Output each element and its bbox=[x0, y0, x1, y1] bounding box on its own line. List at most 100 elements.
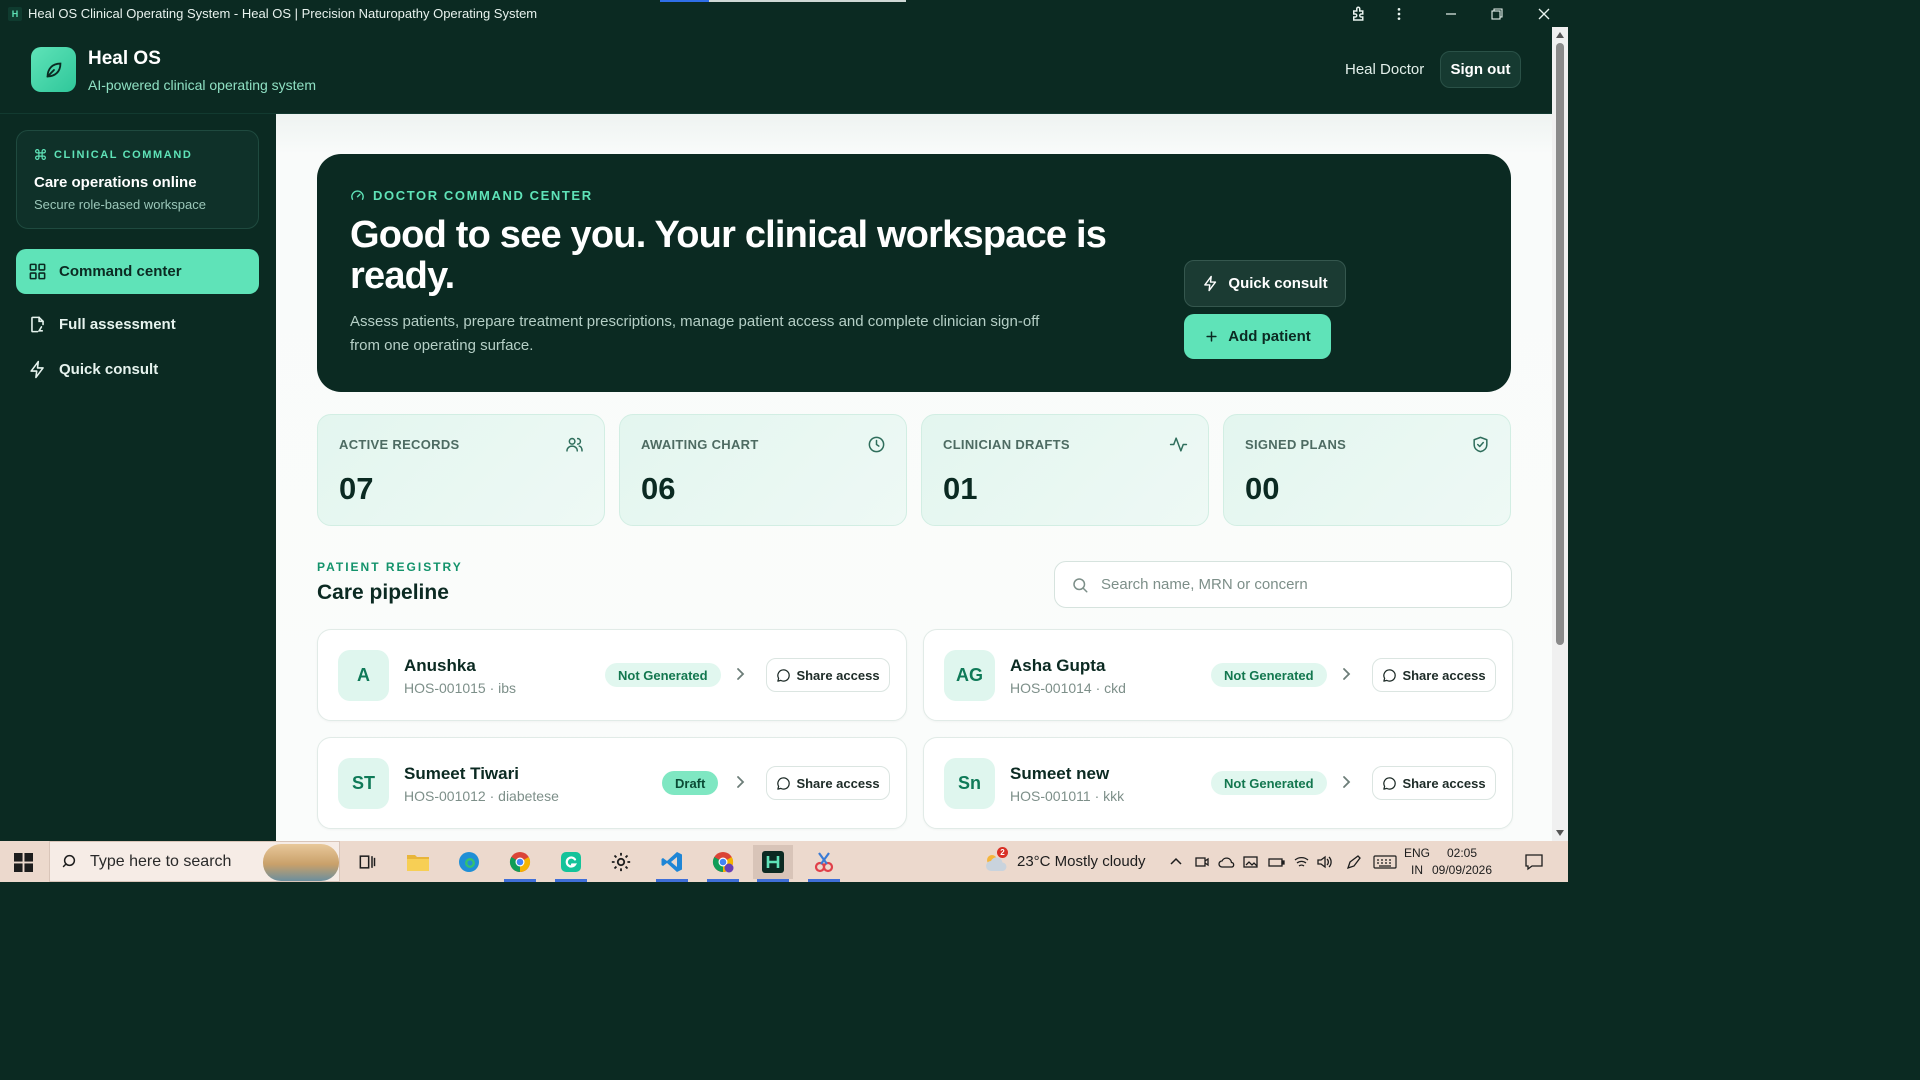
brand-subtitle: AI-powered clinical operating system bbox=[88, 77, 316, 93]
stat-label: SIGNED PLANS bbox=[1245, 437, 1347, 452]
taskbar-search[interactable]: Type here to search bbox=[49, 841, 340, 882]
onedrive-icon[interactable] bbox=[1218, 841, 1236, 882]
weather-widget[interactable]: 2 23°C Mostly cloudy bbox=[983, 841, 1146, 882]
taskbar-search-placeholder: Type here to search bbox=[90, 852, 232, 870]
restore-button[interactable] bbox=[1474, 0, 1520, 27]
taskbar-clock[interactable]: 02:05 09/09/2026 bbox=[1430, 845, 1494, 879]
add-patient-button[interactable]: Add patient bbox=[1184, 314, 1331, 359]
nav-command-center[interactable]: Command center bbox=[16, 249, 259, 294]
chevron-right-icon[interactable] bbox=[733, 666, 747, 682]
touch-keyboard-icon[interactable] bbox=[1373, 841, 1397, 882]
chrome-browser-icon[interactable] bbox=[500, 845, 540, 882]
nav-label: Full assessment bbox=[59, 316, 176, 333]
meet-now-icon[interactable] bbox=[1194, 841, 1210, 882]
clinical-command-card: CLINICAL COMMAND Care operations online … bbox=[16, 130, 259, 229]
message-icon bbox=[1382, 776, 1397, 791]
show-hidden-icons-icon[interactable] bbox=[1168, 841, 1184, 882]
stat-value: 00 bbox=[1245, 471, 1280, 506]
snipping-tool-icon[interactable] bbox=[804, 845, 844, 882]
care-operations-subtitle: Secure role-based workspace bbox=[34, 197, 206, 212]
brand-name: Heal OS bbox=[88, 48, 161, 69]
patient-name: Anushka bbox=[404, 656, 476, 675]
minimize-button[interactable] bbox=[1428, 0, 1474, 27]
chevron-right-icon[interactable] bbox=[1339, 774, 1353, 790]
windows-start-icon[interactable] bbox=[14, 853, 33, 872]
patient-meta: HOS-001012 · diabetese bbox=[404, 788, 559, 804]
patient-card[interactable]: Sn Sumeet new HOS-001011 · kkk Not Gener… bbox=[923, 737, 1513, 829]
bolt-icon bbox=[1202, 275, 1219, 292]
clinical-command-tag: CLINICAL COMMAND bbox=[54, 148, 193, 161]
search-highlight-image bbox=[263, 844, 339, 881]
command-key-icon bbox=[34, 148, 47, 161]
task-view-icon[interactable] bbox=[347, 845, 387, 879]
stat-value: 01 bbox=[943, 471, 978, 506]
avatar: ST bbox=[338, 758, 389, 809]
scroll-thumb[interactable] bbox=[1556, 43, 1564, 645]
avatar: Sn bbox=[944, 758, 995, 809]
nav-quick-consult[interactable]: Quick consult bbox=[16, 347, 259, 392]
nav-full-assessment[interactable]: Full assessment bbox=[16, 302, 259, 347]
avatar: A bbox=[338, 650, 389, 701]
patient-search[interactable] bbox=[1054, 561, 1512, 608]
hero-description: Assess patients, prepare treatment presc… bbox=[350, 313, 1040, 354]
status-badge: Not Generated bbox=[1211, 771, 1327, 795]
pen-workspace-icon[interactable] bbox=[1345, 841, 1362, 882]
stat-value: 07 bbox=[339, 471, 374, 506]
chrome-profile-icon[interactable] bbox=[703, 845, 743, 882]
users-icon bbox=[565, 435, 584, 454]
share-access-button[interactable]: Share access bbox=[766, 766, 890, 800]
wifi-icon[interactable] bbox=[1293, 841, 1310, 882]
settings-gear-icon[interactable] bbox=[601, 845, 641, 879]
chevron-right-icon[interactable] bbox=[1339, 666, 1353, 682]
grammarly-icon[interactable] bbox=[551, 845, 591, 882]
main-content: DOCTOR COMMAND CENTER Good to see you. Y… bbox=[276, 114, 1552, 841]
sidebar: CLINICAL COMMAND Care operations online … bbox=[0, 114, 276, 841]
shield-check-icon bbox=[1471, 435, 1490, 454]
search-input[interactable] bbox=[1101, 576, 1481, 593]
weather-alert-badge: 2 bbox=[997, 846, 1008, 858]
stat-card-active-records: ACTIVE RECORDS 07 bbox=[317, 414, 605, 526]
user-name: Heal Doctor bbox=[1345, 61, 1425, 78]
stat-card-clinician-drafts: CLINICIAN DRAFTS 01 bbox=[921, 414, 1209, 526]
edge-browser-icon[interactable] bbox=[449, 845, 489, 879]
vscode-icon[interactable] bbox=[652, 845, 692, 882]
stat-label: AWAITING CHART bbox=[641, 437, 759, 452]
share-access-button[interactable]: Share access bbox=[766, 658, 890, 692]
status-badge: Draft bbox=[662, 771, 719, 795]
sign-out-button[interactable]: Sign out bbox=[1440, 51, 1521, 88]
search-icon bbox=[62, 853, 80, 871]
battery-icon[interactable] bbox=[1268, 841, 1285, 882]
photos-sync-icon[interactable] bbox=[1243, 841, 1260, 882]
stat-label: ACTIVE RECORDS bbox=[339, 437, 460, 452]
close-button[interactable] bbox=[1521, 0, 1567, 27]
window-titlebar: H Heal OS Clinical Operating System - He… bbox=[0, 0, 1568, 27]
notifications-icon[interactable] bbox=[1524, 841, 1544, 882]
nav-label: Quick consult bbox=[59, 361, 159, 378]
file-explorer-icon[interactable] bbox=[398, 845, 438, 879]
page-scrollbar[interactable] bbox=[1552, 27, 1568, 841]
care-operations-title: Care operations online bbox=[34, 174, 197, 191]
input-language[interactable]: ENG IN bbox=[1404, 845, 1430, 879]
patient-name: Sumeet new bbox=[1010, 764, 1110, 783]
more-options-icon[interactable] bbox=[1376, 0, 1422, 27]
patient-card[interactable]: AG Asha Gupta HOS-001014 · ckd Not Gener… bbox=[923, 629, 1513, 721]
taskbar: Type here to search 2 23°C Mostly cloudy bbox=[0, 841, 1568, 882]
heal-os-app-icon[interactable] bbox=[753, 845, 793, 882]
search-icon bbox=[1071, 576, 1089, 594]
chevron-right-icon[interactable] bbox=[733, 774, 747, 790]
scroll-down-icon[interactable] bbox=[1556, 830, 1564, 836]
patient-meta: HOS-001015 · ibs bbox=[404, 680, 517, 696]
share-access-button[interactable]: Share access bbox=[1372, 766, 1496, 800]
message-icon bbox=[776, 668, 791, 683]
patient-card[interactable]: A Anushka HOS-001015 · ibs Not Generated… bbox=[317, 629, 907, 721]
patient-name: Asha Gupta bbox=[1010, 656, 1106, 675]
scroll-up-icon[interactable] bbox=[1556, 32, 1564, 38]
patient-card[interactable]: ST Sumeet Tiwari HOS-001012 · diabetese … bbox=[317, 737, 907, 829]
clock-date: 09/09/2026 bbox=[1431, 863, 1493, 877]
grid-icon bbox=[28, 262, 47, 281]
patient-name: Sumeet Tiwari bbox=[404, 764, 519, 783]
message-icon bbox=[776, 776, 791, 791]
volume-icon[interactable] bbox=[1316, 841, 1333, 882]
quick-consult-button[interactable]: Quick consult bbox=[1184, 260, 1346, 307]
share-access-button[interactable]: Share access bbox=[1372, 658, 1496, 692]
